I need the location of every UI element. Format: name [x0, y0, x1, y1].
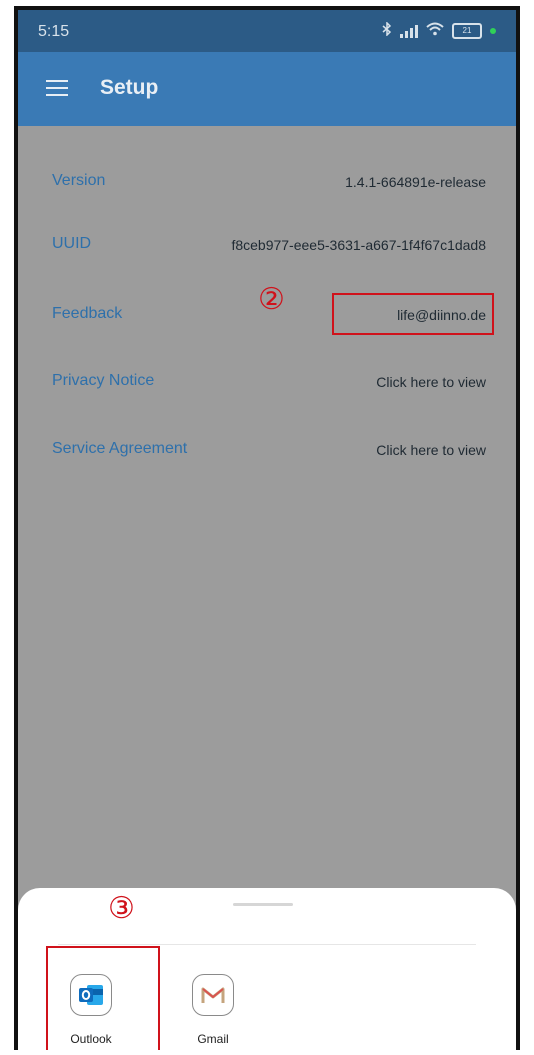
settings-row-privacy: Privacy Notice Click here to view — [52, 372, 486, 396]
app-bar: Setup — [18, 52, 516, 126]
service-agreement-link[interactable]: Click here to view — [376, 442, 486, 458]
status-bar: 5:15 21 — [18, 10, 516, 52]
uuid-value: f8ceb977-eee5-3631-a667-1f4f67c1dad8 — [231, 237, 486, 253]
page-title: Setup — [100, 76, 159, 99]
sheet-drag-handle[interactable] — [233, 903, 293, 906]
feedback-label: Feedback — [52, 305, 123, 322]
phone-screen: 5:15 21 Setup Version 1.4.1-664891e-rele… — [14, 6, 520, 1050]
battery-icon: 21 — [452, 22, 482, 39]
signal-icon — [400, 24, 418, 38]
annotation-box-feedback — [332, 293, 494, 335]
privacy-notice-label: Privacy Notice — [52, 372, 155, 389]
annotation-box-outlook — [46, 946, 160, 1050]
uuid-label: UUID — [52, 235, 92, 252]
version-value: 1.4.1-664891e-release — [345, 174, 486, 190]
wifi-icon — [426, 22, 444, 39]
settings-row-uuid: UUID f8ceb977-eee5-3631-a667-1f4f67c1dad… — [52, 235, 486, 259]
gmail-icon — [192, 974, 234, 1016]
status-icons: 21 — [382, 21, 496, 39]
service-agreement-label: Service Agreement — [52, 440, 188, 457]
settings-row-version: Version 1.4.1-664891e-release — [52, 172, 486, 196]
share-sheet: Outlook Gmail ③ — [18, 888, 516, 1050]
version-label: Version — [52, 172, 106, 189]
hamburger-menu-icon[interactable] — [46, 80, 68, 96]
status-time: 5:15 — [38, 23, 70, 40]
settings-row-service-agreement: Service Agreement Click here to view — [52, 440, 486, 464]
notification-dot — [490, 27, 496, 34]
annotation-step-3: ③ — [108, 892, 135, 925]
share-option-gmail[interactable]: Gmail — [168, 974, 258, 1046]
sheet-divider — [58, 944, 476, 945]
gmail-label: Gmail — [197, 1032, 229, 1046]
bluetooth-icon — [382, 21, 392, 39]
privacy-notice-link[interactable]: Click here to view — [376, 374, 486, 390]
annotation-step-2: ② — [258, 283, 285, 316]
